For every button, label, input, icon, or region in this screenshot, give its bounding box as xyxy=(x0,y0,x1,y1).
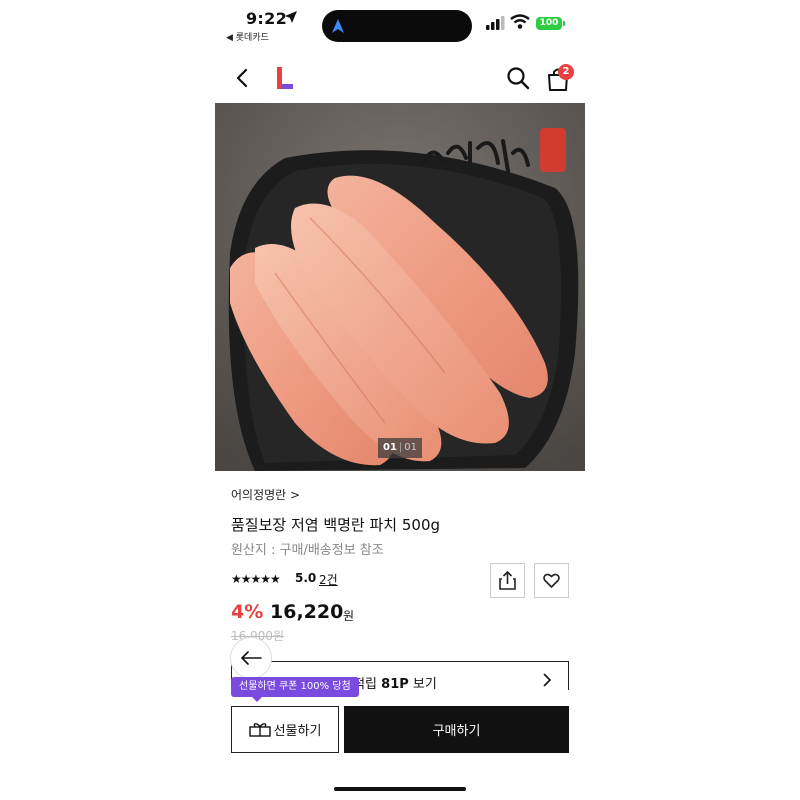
chevron-right-icon xyxy=(543,673,552,687)
product-title: 품질보장 저염 백명란 파치 500g xyxy=(231,516,441,534)
tooltip-tail xyxy=(252,697,262,702)
lotte-on-logo[interactable] xyxy=(274,66,296,92)
gift-coupon-tooltip: 선물하면 쿠폰 100% 당첨 xyxy=(231,677,359,697)
wifi-icon xyxy=(510,14,530,29)
heart-icon xyxy=(543,573,560,588)
image-current: 01 xyxy=(382,442,397,453)
floating-back-button[interactable] xyxy=(230,637,272,679)
home-indicator[interactable] xyxy=(334,787,466,791)
image-page-counter: 01 | 01 xyxy=(378,438,422,458)
signal-icon xyxy=(486,16,505,30)
search-icon[interactable] xyxy=(505,65,531,91)
buy-button-label: 구매하기 xyxy=(432,724,481,739)
wishlist-button[interactable] xyxy=(534,563,569,598)
brand-seal-stamp xyxy=(540,128,566,172)
back-to-app-link[interactable]: ◀ 롯데카드 xyxy=(226,30,269,43)
back-arrow-icon[interactable] xyxy=(233,66,253,90)
rating-stars-icon: ★★★★★ xyxy=(231,572,281,586)
arrow-left-icon xyxy=(240,651,262,665)
brand-link[interactable]: 어의정명란 > xyxy=(231,486,300,503)
battery-nub xyxy=(563,21,565,26)
discount-rate: 4% xyxy=(231,601,264,623)
share-button[interactable] xyxy=(490,563,525,598)
gift-box-icon xyxy=(248,722,271,737)
cart-count-badge: 2 xyxy=(558,64,574,80)
image-total: 01 xyxy=(404,442,418,453)
navigation-icon xyxy=(332,19,344,33)
gift-button-label: 선물하기 xyxy=(273,724,322,739)
sale-price: 16,220 xyxy=(270,601,344,623)
origin-info: 원산지 : 구매/배송정보 참조 xyxy=(231,543,384,558)
image-counter-separator: | xyxy=(398,442,403,453)
battery-icon: 100 xyxy=(536,17,562,30)
rating-score: 5.0 xyxy=(295,571,317,585)
brand-watermark xyxy=(421,139,530,173)
share-icon xyxy=(499,570,516,590)
gift-button[interactable]: 선물하기 xyxy=(231,706,339,753)
buy-button[interactable]: 구매하기 xyxy=(344,706,569,753)
price-currency: 원 xyxy=(343,609,355,623)
review-count-link[interactable]: 2건 xyxy=(319,571,338,588)
product-image[interactable]: 01 | 01 xyxy=(215,103,585,471)
status-time: 9:22 xyxy=(246,9,287,28)
location-arrow-icon xyxy=(285,11,297,23)
